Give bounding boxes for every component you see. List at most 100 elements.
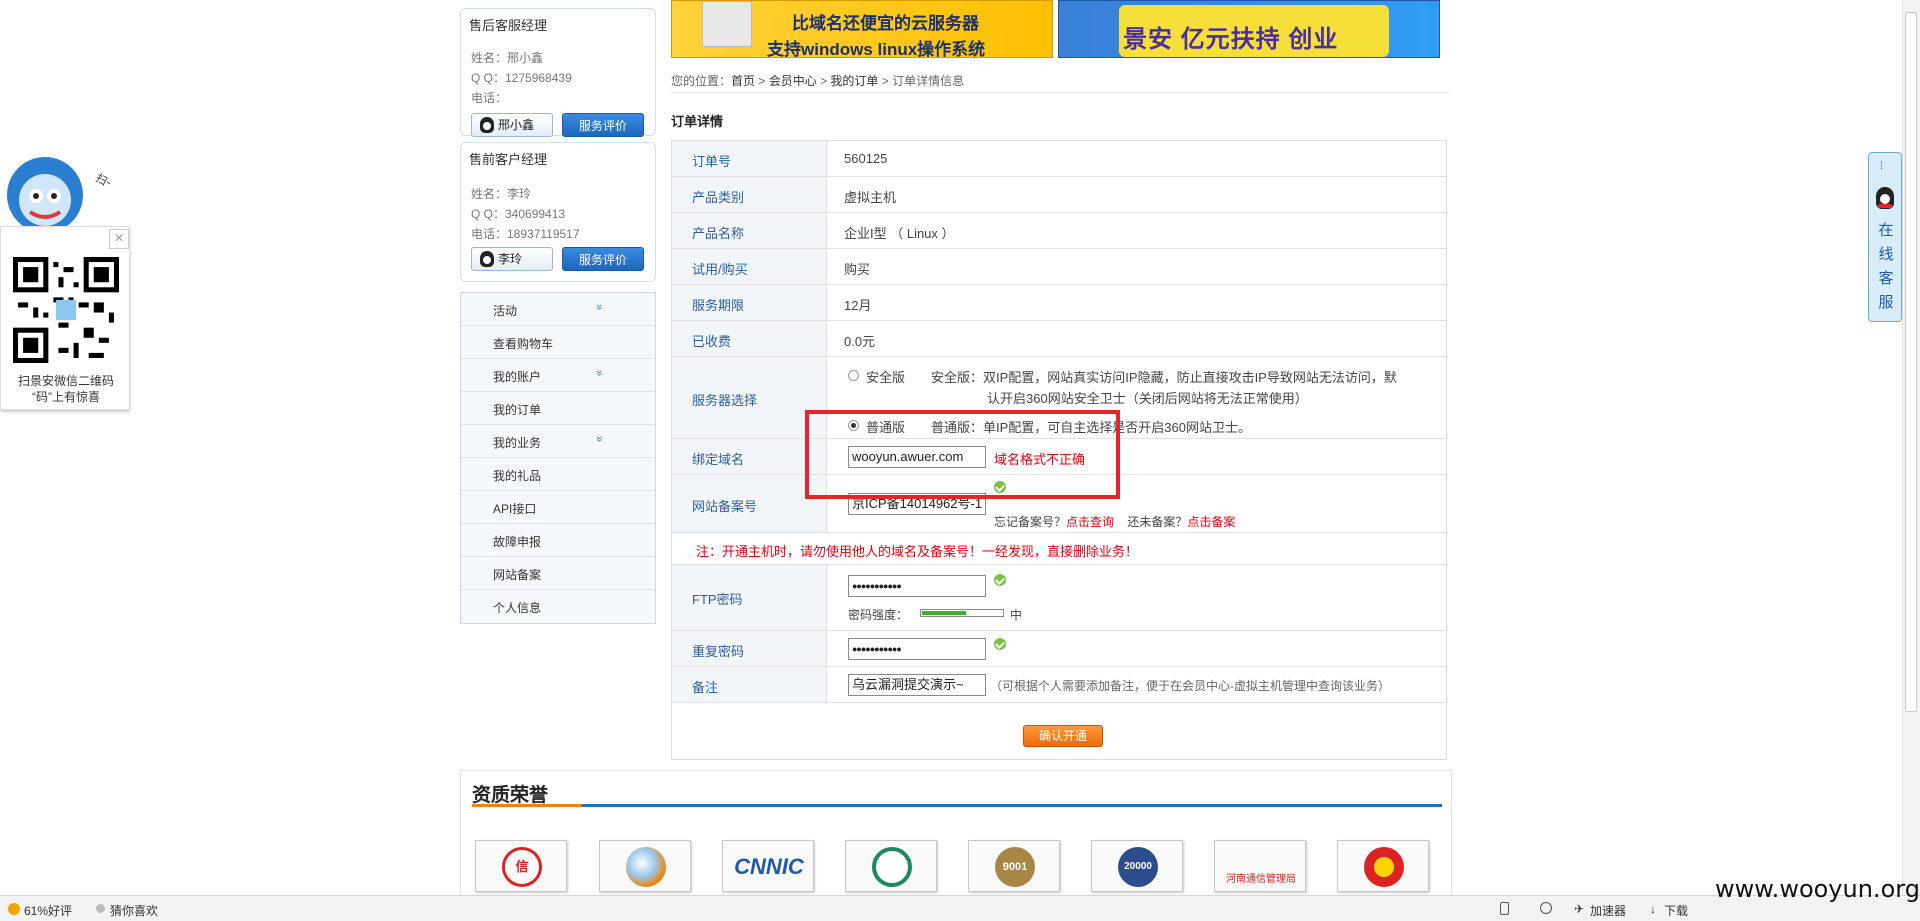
cnnic-badge[interactable]: CNNIC — [722, 840, 814, 892]
ftp-password-input[interactable]: ●●●●●●●●●●● — [848, 575, 986, 597]
page-title: 订单详情 — [671, 114, 724, 129]
product-category: 虚拟主机 — [844, 190, 897, 205]
secure-edition-label: 安全版 — [866, 370, 906, 385]
mascot-text: 扫一扫 — [94, 171, 111, 199]
usage-warning: 注：开通主机时，请勿使用他人的域名及备案号！一经发现，直接删除业务！ — [696, 544, 1139, 559]
confirm-open-button[interactable]: 确认开通 — [1023, 725, 1103, 747]
order-number: 560125 — [844, 151, 888, 166]
qr-caption: 扫景安微信二维码 “码”上有惊喜 — [1, 373, 131, 405]
product-name: 企业I型 （ Linux ） — [844, 226, 955, 241]
note-input[interactable]: 乌云漏洞提交演示~ — [848, 674, 986, 696]
emblem-icon — [1364, 847, 1404, 887]
service-period: 12月 — [844, 298, 872, 313]
qr-caption-line2: “码”上有惊喜 — [32, 390, 100, 404]
download[interactable]: 下载 — [1664, 902, 1688, 919]
qq-contact-button[interactable]: 李玲 — [471, 247, 553, 271]
after-sales-manager: 售后客服经理 姓名：邢小鑫 Q Q：1275968439 电话： 邢小鑫 服务评… — [460, 8, 656, 137]
check-icon — [994, 574, 1006, 586]
menu-item-business[interactable]: 我的业务» — [461, 425, 655, 458]
secure-edition-radio[interactable] — [848, 370, 859, 381]
qq-contact-button[interactable]: 邢小鑫 — [471, 113, 553, 137]
menu-item-fault-report[interactable]: 故障申报 — [461, 524, 655, 557]
icp-apply-link[interactable]: 点击备案 — [1187, 515, 1235, 529]
service-rating-button[interactable]: 服务评价 — [562, 247, 644, 271]
secure-edition-desc: 安全版：双IP配置，网站真实访问IP隐藏，防止直接攻击IP导致网站无法访问，默 — [931, 370, 1397, 385]
rating-icon — [8, 903, 20, 915]
repeat-password-input[interactable]: ●●●●●●●●●●● — [848, 638, 986, 660]
iso27001-badge[interactable] — [845, 840, 937, 892]
menu-item-gifts[interactable]: 我的礼品 — [461, 458, 655, 491]
mascot-icon: 扫一扫 — [7, 157, 111, 230]
menu-item-profile[interactable]: 个人信息 — [461, 590, 655, 623]
menu-item-cart[interactable]: 查看购物车 — [461, 326, 655, 359]
divider — [671, 92, 1449, 93]
credit-badge[interactable]: 信 — [475, 840, 567, 892]
menu-item-orders[interactable]: 我的订单 — [461, 392, 655, 425]
qr-widget: 扫一扫 × 扫景安微信二维码 “码”上有惊喜 — [0, 150, 130, 420]
accelerator[interactable]: 加速器 — [1590, 902, 1626, 919]
row-note: 备注 乌云漏洞提交演示~ （可根据个人需要添加备注，便于在会员中心-虚拟主机管理… — [672, 667, 1446, 703]
qq-contact-label: 邢小鑫 — [498, 118, 535, 132]
dot-icon — [96, 904, 105, 913]
refresh-icon[interactable] — [1540, 902, 1552, 914]
breadcrumb-current: 订单详情信息 — [892, 74, 965, 88]
cloud-server-banner[interactable]: 比域名还便宜的云服务器 支持windows linux操作系统 — [671, 0, 1053, 58]
chevron-down-icon: » — [593, 435, 606, 443]
fee-charged: 0.0元 — [844, 334, 876, 349]
iso20000-badge[interactable]: 20000 — [1091, 840, 1183, 892]
honors-divider-accent — [472, 804, 582, 807]
menu-item-account[interactable]: 我的账户» — [461, 359, 655, 392]
cert-icon — [872, 847, 912, 887]
chevron-down-icon: » — [593, 303, 606, 311]
password-strength-bar — [920, 609, 1004, 617]
icp-query-link[interactable]: 点击查询 — [1066, 515, 1114, 529]
globe-badge[interactable] — [599, 840, 691, 892]
after-sales-name: 姓名：邢小鑫 — [471, 51, 544, 65]
phone-icon[interactable] — [1500, 902, 1509, 915]
member-menu: 活动» 查看购物车 我的账户» 我的订单 我的业务» 我的礼品 API接口 故障… — [460, 292, 656, 624]
icp-help: 忘记备案号？点击查询 还未备案？点击备案 — [994, 515, 1236, 529]
trial-or-buy: 购买 — [844, 262, 871, 277]
honors-divider — [472, 804, 1442, 807]
row-category: 产品类别 虚拟主机 — [672, 177, 1446, 213]
iso9001-badge[interactable]: 9001 — [968, 840, 1060, 892]
pre-sales-name: 姓名：李玲 — [471, 187, 532, 201]
rating-text[interactable]: 61%好评 — [24, 902, 72, 919]
close-icon[interactable]: × — [109, 229, 129, 249]
row-ftp-password: FTP密码 ●●●●●●●●●●● 密码强度： 中 — [672, 565, 1446, 631]
breadcrumb-my-orders[interactable]: 我的订单 — [830, 74, 878, 88]
after-sales-qq: Q Q：1275968439 — [471, 71, 572, 85]
honors-title: 资质荣誉 — [472, 785, 549, 806]
qr-caption-line1: 扫景安微信二维码 — [17, 374, 114, 388]
menu-item-activity[interactable]: 活动» — [461, 293, 655, 326]
strength-label: 密码强度： — [848, 608, 909, 622]
menu-item-icp-filing[interactable]: 网站备案 — [461, 557, 655, 590]
police-badge[interactable] — [1337, 840, 1429, 892]
banner1-line2: 支持windows linux操作系统 — [767, 40, 986, 58]
row-repeat-password: 重复密码 ●●●●●●●●●●● — [672, 631, 1446, 667]
qq-contact-label: 李玲 — [498, 252, 523, 266]
scrollbar-thumb[interactable] — [1905, 12, 1917, 712]
henan-telecom-badge[interactable]: 河南通信管理局 — [1214, 840, 1306, 892]
row-trial: 试用/购买 购买 — [672, 249, 1446, 285]
banner1-line1: 比域名还便宜的云服务器 — [792, 14, 979, 33]
globe-icon — [626, 847, 666, 887]
server-image — [702, 1, 752, 47]
row-order-no: 订单号 560125 — [672, 141, 1446, 177]
pre-sales-title: 售前客户经理 — [469, 152, 548, 167]
online-service-label: 在线客服 — [1878, 222, 1894, 311]
menu-item-api[interactable]: API接口 — [461, 491, 655, 524]
download-icon: ↓ — [1650, 902, 1656, 916]
pre-sales-manager: 售前客户经理 姓名：李玲 Q Q：340699413 电话：1893711951… — [460, 142, 656, 282]
online-service-tab[interactable]: ⁞ 在线客服 — [1868, 152, 1902, 322]
breadcrumb-home[interactable]: 首页 — [731, 74, 755, 88]
after-sales-phone: 电话： — [471, 91, 508, 105]
startup-support-banner[interactable]: 景安 亿元扶持 创业 — [1058, 0, 1440, 58]
qq-icon — [1876, 187, 1894, 209]
accelerator-icon: ✈ — [1574, 902, 1585, 916]
service-rating-button[interactable]: 服务评价 — [562, 113, 644, 137]
browser-status-bar: 61%好评 猜你喜欢 ✈ 加速器 ↓ 下载 — [0, 895, 1920, 921]
pre-sales-phone: 电话：18937119517 — [471, 227, 580, 241]
breadcrumb-member-center[interactable]: 会员中心 — [769, 74, 817, 88]
guess-you-like[interactable]: 猜你喜欢 — [110, 902, 158, 919]
